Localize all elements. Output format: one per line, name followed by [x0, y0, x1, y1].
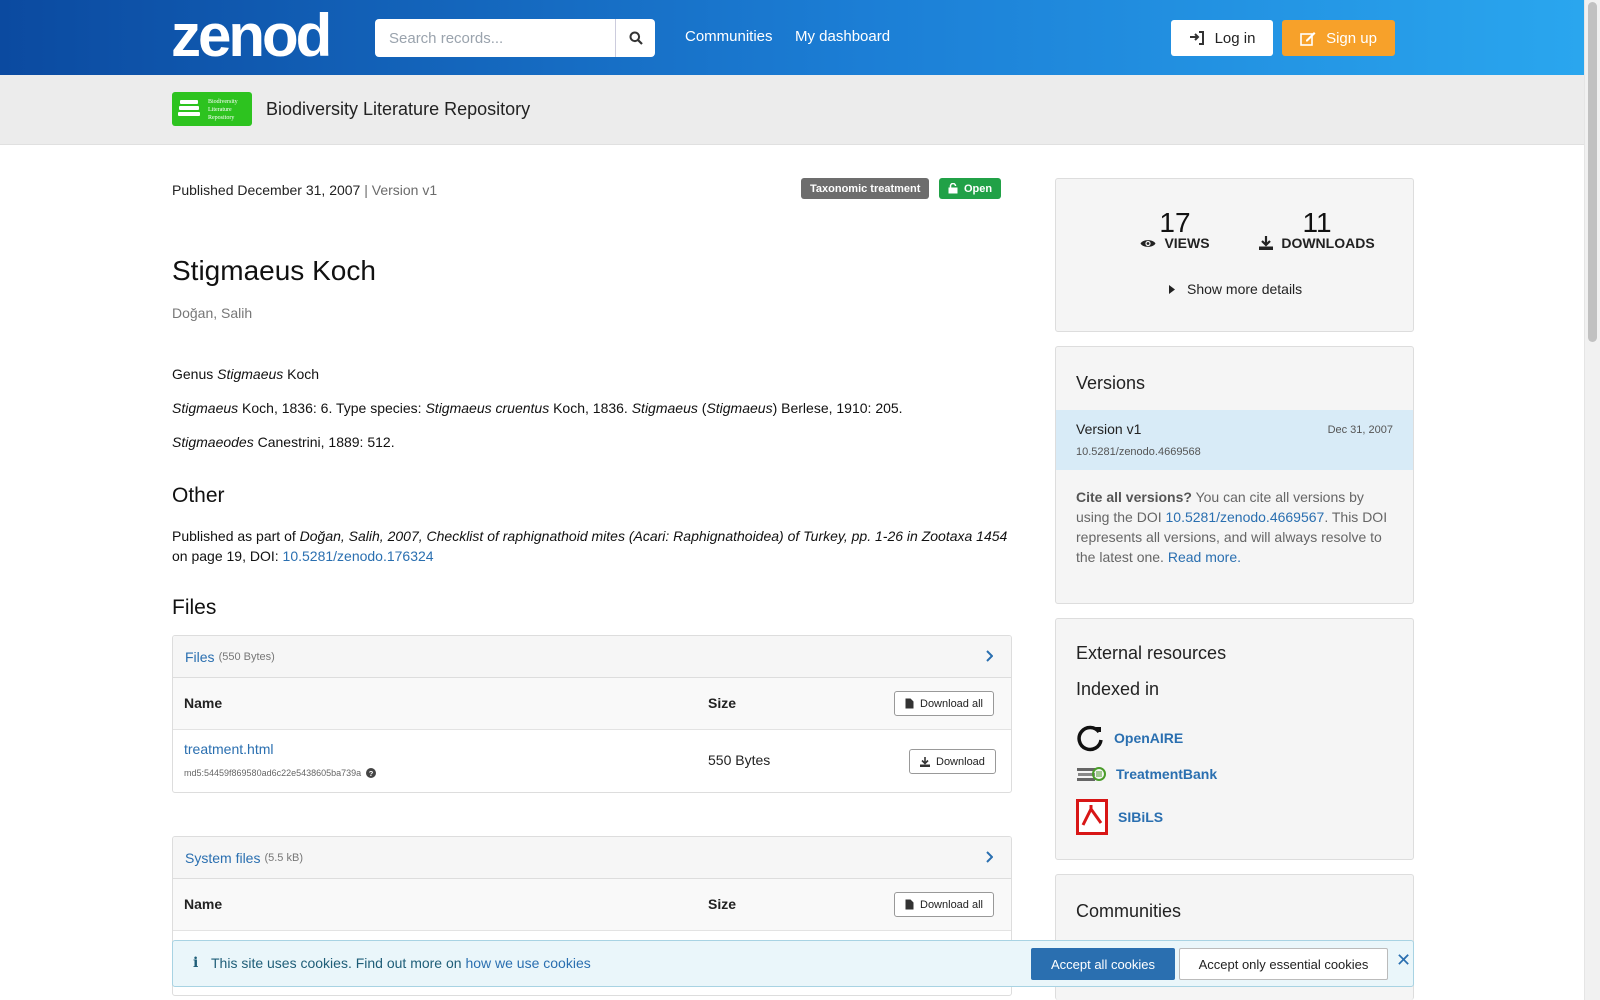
version-item[interactable]: Version v1 Dec 31, 2007 10.5281/zenodo.4…	[1056, 410, 1413, 470]
version-doi: 10.5281/zenodo.4669568	[1076, 446, 1201, 458]
files-panel-title[interactable]: Files	[185, 649, 215, 665]
read-more-link[interactable]: Read more.	[1168, 549, 1241, 565]
concept-doi-link[interactable]: 10.5281/zenodo.4669567	[1166, 509, 1325, 525]
search-icon	[629, 31, 643, 45]
other-heading: Other	[172, 484, 225, 507]
login-button[interactable]: Log in	[1171, 20, 1273, 56]
book-stack-icon: Biodiversity Literature Repository	[178, 99, 238, 121]
top-navbar: zenodo Communities My dashboard Log in S…	[0, 0, 1600, 75]
resource-type-badge[interactable]: Taxonomic treatment	[801, 178, 930, 199]
search-button[interactable]	[615, 19, 655, 57]
treatmentbank-link[interactable]: TreatmentBank	[1076, 764, 1217, 784]
download-all-button[interactable]: Download all	[894, 691, 994, 716]
search-box	[375, 19, 655, 57]
show-more-details-toggle[interactable]: Show more details	[1169, 281, 1302, 297]
signup-label: Sign up	[1326, 29, 1377, 47]
file-name-link[interactable]: treatment.html	[184, 741, 273, 757]
cite-all-versions-text: Cite all versions? You can cite all vers…	[1076, 489, 1388, 565]
file-archive-icon	[905, 899, 914, 910]
record-author[interactable]: Doğan, Salih	[172, 305, 252, 321]
files-table-header: Name Size Download all	[173, 678, 1011, 730]
version-label: | Version v1	[364, 182, 438, 198]
files-panel-header[interactable]: Files (550 Bytes)	[173, 636, 1011, 678]
cookie-banner: i This site uses cookies. Find out more …	[172, 940, 1414, 987]
version-date: Dec 31, 2007	[1327, 424, 1393, 436]
doi-link[interactable]: 10.5281/zenodo.176324	[283, 548, 434, 564]
versions-card: Versions Version v1 Dec 31, 2007 10.5281…	[1055, 346, 1414, 604]
views-stat: 17 VIEWS	[1120, 207, 1230, 251]
table-row: treatment.html md5:54459f869580ad6c22e54…	[173, 730, 1011, 792]
treatmentbank-icon	[1077, 767, 1106, 781]
access-badge[interactable]: Open	[939, 178, 1002, 199]
download-all-button[interactable]: Download all	[894, 892, 994, 917]
scrollbar-thumb[interactable]	[1588, 2, 1597, 342]
svg-text:Repository: Repository	[208, 115, 234, 121]
version-label[interactable]: Version v1	[1076, 421, 1141, 437]
caret-right-icon	[1169, 284, 1175, 294]
sibils-icon	[1076, 799, 1108, 835]
accept-all-cookies-button[interactable]: Accept all cookies	[1031, 948, 1175, 980]
info-icon: i	[193, 955, 199, 971]
synonym-paragraph: Stigmaeodes Canestrini, 1889: 512.	[172, 434, 395, 450]
system-files-panel-header[interactable]: System files (5.5 kB)	[173, 837, 1011, 879]
openaire-link[interactable]: OpenAIRE	[1076, 724, 1183, 752]
file-archive-icon	[905, 698, 914, 709]
zenodo-logo[interactable]: zenodo	[171, 6, 331, 62]
community-title[interactable]: Biodiversity Literature Repository	[266, 99, 530, 120]
column-name: Name	[184, 896, 223, 912]
publication-date: Published December 31, 2007 | Version v1	[172, 182, 438, 198]
indexed-in-heading: Indexed in	[1076, 679, 1160, 699]
genus-paragraph: Genus Stigmaeus Koch	[172, 366, 320, 382]
page-scrollbar[interactable]	[1584, 0, 1600, 1000]
file-checksum: md5:54459f869580ad6c22e5438605ba739a ?	[184, 768, 377, 778]
chevron-right-icon[interactable]	[985, 851, 993, 863]
chevron-right-icon[interactable]	[985, 650, 993, 662]
question-circle-icon[interactable]: ?	[366, 768, 377, 778]
synonymy-paragraph: Stigmaeus Koch, 1836: 6. Type species: S…	[172, 400, 903, 416]
system-files-total-size: (5.5 kB)	[264, 851, 303, 864]
login-label: Log in	[1214, 29, 1256, 47]
nav-communities[interactable]: Communities	[685, 28, 773, 45]
column-size: Size	[708, 896, 737, 912]
record-title: Stigmaeus Koch	[172, 255, 376, 286]
cookie-policy-link[interactable]: how we use cookies	[465, 955, 590, 971]
nav-my-dashboard[interactable]: My dashboard	[795, 28, 890, 45]
svg-text:Biodiversity: Biodiversity	[208, 99, 238, 105]
svg-text:zenodo: zenodo	[171, 6, 331, 62]
download-icon	[920, 756, 930, 767]
downloads-stat: 11 DOWNLOADS	[1252, 207, 1382, 251]
edit-icon	[1300, 31, 1316, 46]
communities-heading: Communities	[1076, 901, 1182, 921]
published-as-part-of: Published as part of Doğan, Salih, 2007,…	[172, 528, 1008, 564]
files-total-size: (550 Bytes)	[218, 650, 275, 663]
system-files-table-header: Name Size Download all	[173, 879, 1011, 931]
sign-in-icon	[1189, 31, 1204, 45]
unlock-icon	[948, 183, 958, 194]
accept-essential-cookies-button[interactable]: Accept only essential cookies	[1179, 948, 1388, 980]
stats-card: 17 VIEWS 11 DOWNLOADS Show more details	[1055, 178, 1414, 332]
svg-text:?: ?	[369, 769, 374, 778]
community-header: Biodiversity Literature Repository Biodi…	[0, 75, 1600, 145]
download-button[interactable]: Download	[909, 749, 996, 774]
files-panel: Files (550 Bytes) Name Size Download all…	[172, 635, 1012, 793]
download-icon	[1259, 236, 1274, 250]
signup-button[interactable]: Sign up	[1282, 20, 1395, 56]
community-logo[interactable]: Biodiversity Literature Repository	[172, 92, 252, 126]
sibils-link[interactable]: SIBiLS	[1076, 799, 1163, 835]
cookie-message: This site uses cookies. Find out more on…	[211, 955, 591, 971]
eye-icon	[1140, 239, 1156, 247]
external-resources-card: External resources Indexed in OpenAIRE T…	[1055, 618, 1414, 860]
close-icon[interactable]: ✕	[1396, 950, 1411, 971]
column-name: Name	[184, 695, 223, 711]
versions-heading: Versions	[1076, 373, 1146, 393]
svg-text:Literature: Literature	[208, 107, 232, 113]
external-resources-heading: External resources	[1076, 643, 1227, 663]
files-heading: Files	[172, 596, 217, 619]
search-input[interactable]	[375, 19, 615, 57]
system-files-panel-title[interactable]: System files	[185, 850, 260, 866]
column-size: Size	[708, 695, 737, 711]
openaire-icon	[1077, 725, 1103, 752]
file-size: 550 Bytes	[708, 752, 771, 768]
